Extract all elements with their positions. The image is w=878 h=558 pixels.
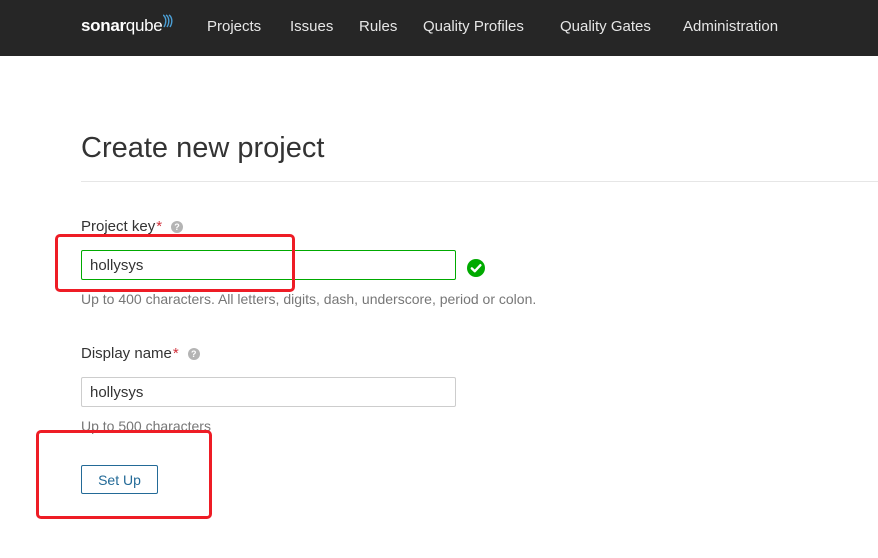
check-circle-icon bbox=[467, 259, 485, 277]
logo-waves-icon bbox=[163, 14, 173, 28]
help-icon[interactable]: ? bbox=[187, 348, 200, 360]
nav-quality-profiles[interactable]: Quality Profiles bbox=[423, 0, 524, 56]
check-mark-icon bbox=[470, 264, 482, 273]
logo-text: sonarqube bbox=[81, 16, 163, 35]
project-key-hint: Up to 400 characters. All letters, digit… bbox=[81, 291, 537, 307]
nav-administration[interactable]: Administration bbox=[683, 0, 778, 56]
required-marker: * bbox=[156, 218, 163, 235]
sonarqube-logo[interactable]: sonarqube bbox=[81, 9, 175, 43]
display-name-label-text: Display name bbox=[81, 345, 172, 362]
page-title: Create new project bbox=[81, 132, 325, 164]
nav-projects[interactable]: Projects bbox=[207, 0, 261, 56]
display-name-input[interactable] bbox=[81, 377, 456, 407]
top-navbar: sonarqube Projects Issues Rules Quality … bbox=[0, 0, 878, 56]
title-divider bbox=[81, 181, 878, 182]
nav-quality-gates[interactable]: Quality Gates bbox=[560, 0, 651, 56]
help-icon[interactable]: ? bbox=[171, 221, 184, 233]
display-name-label: Display name * ? bbox=[81, 344, 200, 364]
nav-rules[interactable]: Rules bbox=[359, 0, 397, 56]
nav-issues[interactable]: Issues bbox=[290, 0, 333, 56]
required-marker: * bbox=[172, 345, 179, 362]
display-name-hint: Up to 500 characters bbox=[81, 418, 211, 434]
set-up-button[interactable]: Set Up bbox=[81, 465, 158, 494]
project-key-input[interactable] bbox=[81, 250, 456, 280]
project-key-label: Project key * ? bbox=[81, 217, 184, 237]
project-key-label-text: Project key bbox=[81, 218, 156, 235]
